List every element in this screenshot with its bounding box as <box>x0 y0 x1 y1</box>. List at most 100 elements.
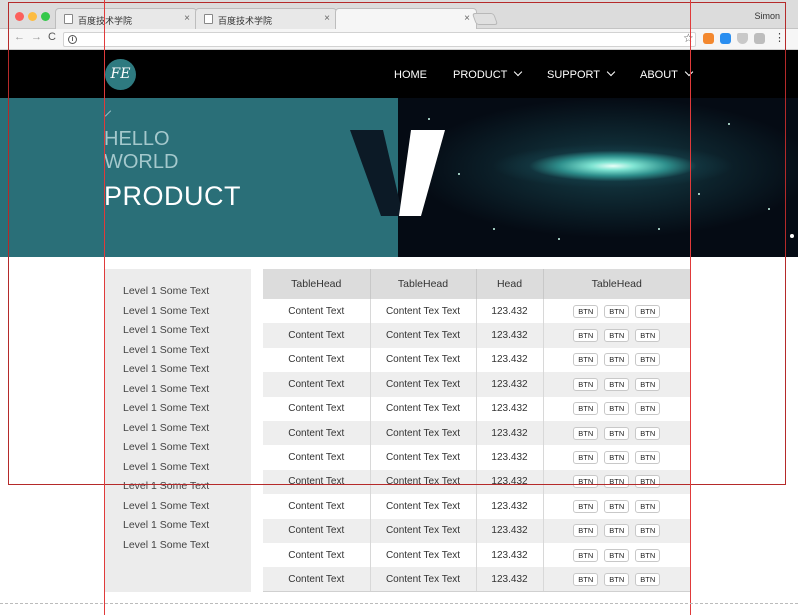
sidebar-item[interactable]: Level 1 Some Text <box>105 518 251 538</box>
table-row: Content Text Content Tex Text 123.432 BTN BT… <box>263 420 690 446</box>
row-action-button[interactable]: BTN <box>604 548 630 562</box>
sidebar-item[interactable]: Level 1 Some Text <box>105 284 251 304</box>
maximize-window-icon[interactable] <box>41 12 50 21</box>
sidebar-item[interactable]: Level 1 Some Text <box>105 323 251 343</box>
table-header-cell[interactable]: TableHead <box>263 269 371 299</box>
close-window-icon[interactable] <box>15 12 24 21</box>
logo[interactable]: FE <box>105 59 136 90</box>
sidebar-item[interactable]: Level 1 Some Text <box>105 362 251 382</box>
table-cell: Content Text <box>263 567 371 593</box>
row-action-button[interactable]: BTN <box>604 451 630 465</box>
row-action-button[interactable]: BTN <box>604 304 630 318</box>
row-action-button[interactable]: BTN <box>635 548 661 562</box>
sidebar-item[interactable]: Level 1 Some Text <box>105 440 251 460</box>
table-cell: 123.432 <box>476 445 544 470</box>
row-action-button[interactable]: BTN <box>573 329 599 343</box>
sidebar-item[interactable]: Level 1 Some Text <box>105 499 251 519</box>
row-action-button[interactable]: BTN <box>573 426 599 440</box>
forward-icon[interactable]: → <box>31 31 42 43</box>
hero-world: WORLD <box>104 151 179 173</box>
row-action-button[interactable]: BTN <box>573 499 599 513</box>
tab-close-icon[interactable]: × <box>464 13 470 24</box>
row-action-button[interactable]: BTN <box>635 402 661 416</box>
table-cell: Content Tex Text <box>370 445 477 470</box>
profile-name[interactable]: Simon <box>754 11 780 21</box>
nav-product[interactable]: PRODUCT <box>453 67 523 81</box>
row-action-button[interactable]: BTN <box>635 451 661 465</box>
row-action-button[interactable]: BTN <box>604 572 630 586</box>
nav-support[interactable]: SUPPORT <box>547 67 616 81</box>
row-action-button[interactable]: BTN <box>573 572 599 586</box>
reload-icon[interactable]: C <box>48 31 56 43</box>
row-action-button[interactable]: BTN <box>604 499 630 513</box>
table-cell: Content Tex Text <box>370 542 477 568</box>
nav-about[interactable]: ABOUT <box>640 67 694 81</box>
sidebar-item[interactable]: Level 1 Some Text <box>105 343 251 363</box>
browser-tab-active[interactable]: × <box>335 8 477 29</box>
table-header-cell[interactable]: TableHead <box>370 269 477 299</box>
table-cell: Content Text <box>263 542 371 568</box>
row-action-button[interactable]: BTN <box>635 353 661 367</box>
sidebar-item[interactable]: Level 1 Some Text <box>105 401 251 421</box>
row-action-button[interactable]: BTN <box>635 304 661 318</box>
row-action-button[interactable]: BTN <box>635 475 661 489</box>
table-cell: Content Tex Text <box>370 494 477 519</box>
page-icon <box>204 14 213 24</box>
row-action-button[interactable]: BTN <box>573 451 599 465</box>
extension-icon[interactable] <box>703 33 714 44</box>
row-action-button[interactable]: BTN <box>573 548 599 562</box>
table-header-cell[interactable]: Head <box>476 269 544 299</box>
browser-tab[interactable]: 百度技术学院 × <box>195 8 337 29</box>
shield-extension-icon[interactable] <box>737 33 748 44</box>
row-action-button[interactable]: BTN <box>635 572 661 586</box>
row-action-button[interactable]: BTN <box>635 377 661 391</box>
row-action-button[interactable]: BTN <box>573 377 599 391</box>
nav-home[interactable]: HOME <box>394 69 427 81</box>
table-actions-cell: BTN BTN BTN <box>543 323 690 348</box>
bookmark-star-icon[interactable]: ☆ <box>683 31 694 45</box>
table-cell: 123.432 <box>476 396 544 421</box>
row-action-button[interactable]: BTN <box>604 377 630 391</box>
sidebar: Level 1 Some Text Level 1 Some Text Level … <box>105 269 251 592</box>
row-action-button[interactable]: BTN <box>604 426 630 440</box>
row-action-button[interactable]: BTN <box>604 475 630 489</box>
row-action-button[interactable]: BTN <box>604 524 630 538</box>
row-action-button[interactable]: BTN <box>635 524 661 538</box>
sidebar-item[interactable]: Level 1 Some Text <box>105 460 251 480</box>
browser-tab[interactable]: 百度技术学院 × <box>55 8 197 29</box>
sidebar-item[interactable]: Level 1 Some Text <box>105 538 251 558</box>
guide-line-left <box>104 0 105 615</box>
extension-icon[interactable] <box>720 33 731 44</box>
row-action-button[interactable]: BTN <box>604 402 630 416</box>
browser-menu-icon[interactable]: ⋮ <box>774 31 785 44</box>
info-icon[interactable]: i <box>68 35 77 44</box>
row-action-button[interactable]: BTN <box>604 329 630 343</box>
sidebar-item[interactable]: Level 1 Some Text <box>105 304 251 324</box>
back-icon[interactable]: ← <box>14 31 25 43</box>
row-action-button[interactable]: BTN <box>635 426 661 440</box>
tab-close-icon[interactable]: × <box>184 13 190 24</box>
table-row: Content Text Content Tex Text 123.432 BTN BT… <box>263 347 690 373</box>
table-cell: Content Text <box>263 299 371 324</box>
table-cell: Content Text <box>263 323 371 348</box>
row-action-button[interactable]: BTN <box>573 402 599 416</box>
row-action-button[interactable]: BTN <box>635 329 661 343</box>
sidebar-item[interactable]: Level 1 Some Text <box>105 479 251 499</box>
row-action-button[interactable]: BTN <box>635 499 661 513</box>
table-header-cell[interactable]: TableHead <box>543 269 690 299</box>
extension-icon[interactable] <box>754 33 765 44</box>
row-action-button[interactable]: BTN <box>573 353 599 367</box>
row-action-button[interactable]: BTN <box>573 524 599 538</box>
address-bar[interactable]: i <box>63 32 696 47</box>
table-actions-cell: BTN BTN BTN <box>543 445 690 470</box>
row-action-button[interactable]: BTN <box>604 353 630 367</box>
table-cell: 123.432 <box>476 542 544 568</box>
sidebar-item[interactable]: Level 1 Some Text <box>105 421 251 441</box>
sidebar-item[interactable]: Level 1 Some Text <box>105 382 251 402</box>
table-actions-cell: BTN BTN BTN <box>543 347 690 373</box>
row-action-button[interactable]: BTN <box>573 475 599 489</box>
tab-close-icon[interactable]: × <box>324 13 330 24</box>
new-tab-button[interactable] <box>471 13 499 25</box>
minimize-window-icon[interactable] <box>28 12 37 21</box>
row-action-button[interactable]: BTN <box>573 304 599 318</box>
